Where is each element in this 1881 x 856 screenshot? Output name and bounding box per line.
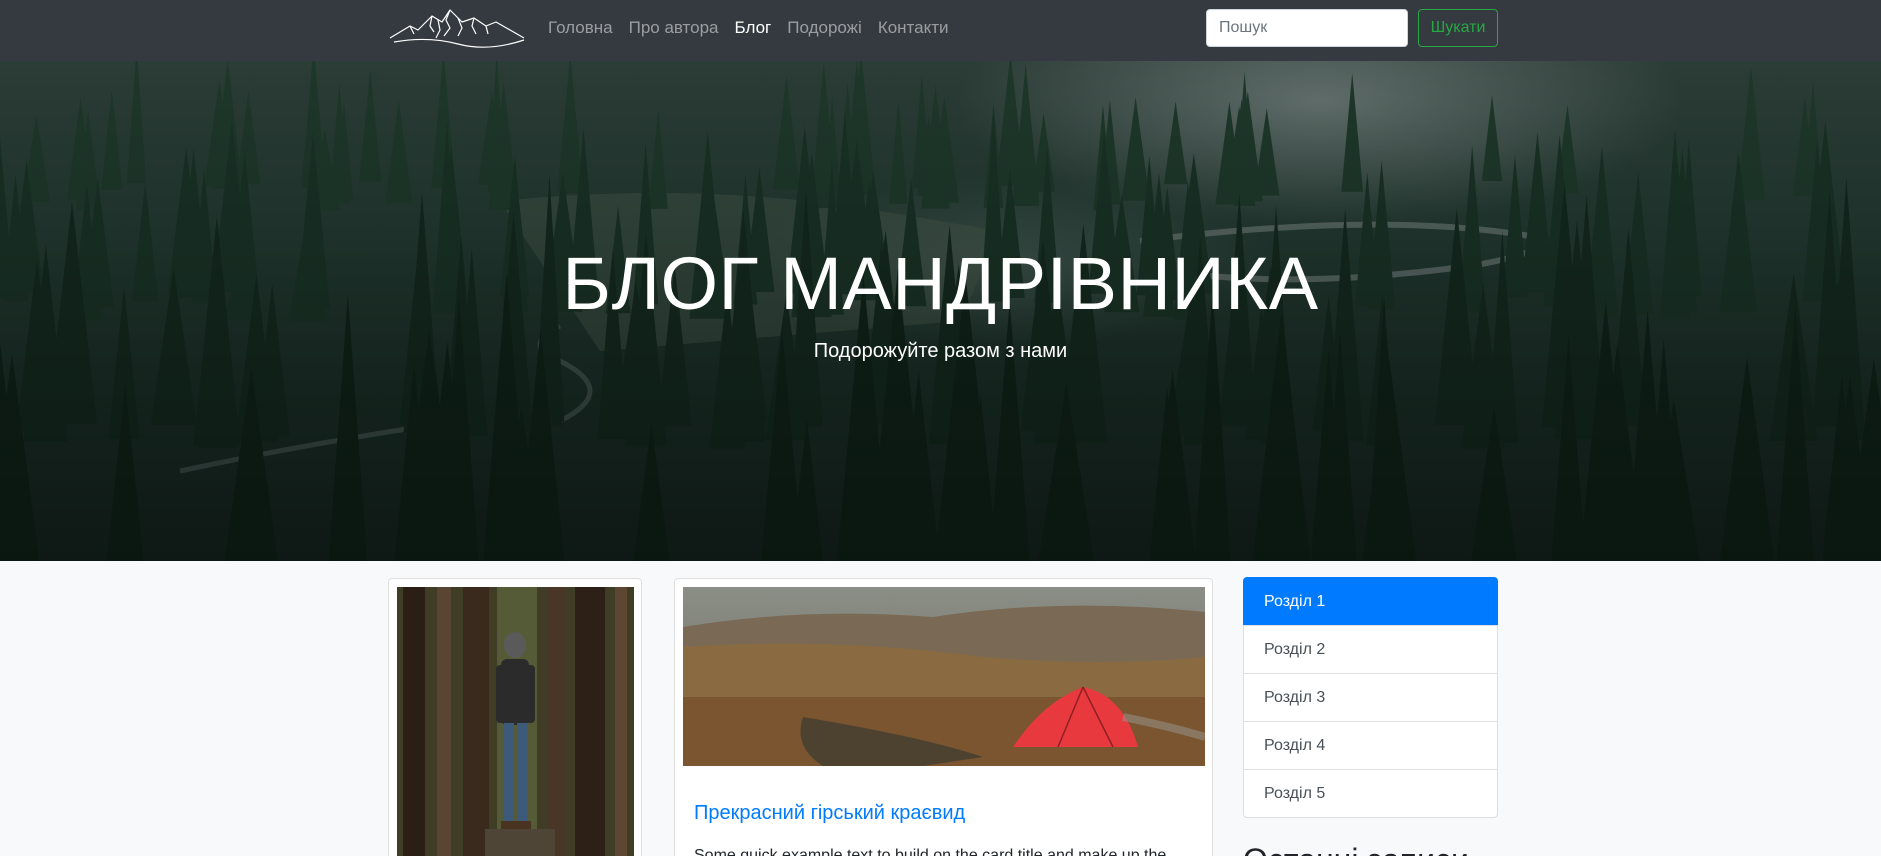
card-title[interactable]: Прекрасний гірський краєвид	[694, 802, 965, 825]
hero-title: БЛОГ МАНДРІВНИКА	[562, 242, 1319, 325]
sidebar-item-section-4[interactable]: Розділ 4	[1243, 721, 1498, 770]
sidebar-item-section-1[interactable]: Розділ 1	[1243, 577, 1498, 626]
search-button[interactable]: Шукати	[1418, 9, 1498, 47]
nav-link-about[interactable]: Про автора	[629, 18, 719, 38]
navbar-container: Головна Про автора Блог Подорожі Контакт…	[388, 0, 1498, 61]
brand-logo[interactable]	[388, 6, 526, 48]
sidebar-item-section-2[interactable]: Розділ 2	[1243, 625, 1498, 674]
article-card[interactable]: Прекрасний гірський краєвид Some quick e…	[674, 578, 1213, 856]
red-tent-mountain-photo	[683, 587, 1205, 766]
nav-links: Головна Про автора Блог Подорожі Контакт…	[548, 0, 965, 55]
hero-subtitle: Подорожуйте разом з нами	[813, 340, 1068, 362]
nav-link-home[interactable]: Головна	[548, 18, 613, 38]
search-input[interactable]	[1206, 9, 1408, 47]
hiker-in-forest-photo	[397, 587, 634, 856]
navbar: Головна Про автора Блог Подорожі Контакт…	[0, 0, 1881, 61]
nav-link-travels[interactable]: Подорожі	[787, 18, 862, 38]
sidebar-list: Розділ 1 Розділ 2 Розділ 3 Розділ 4 Розд…	[1243, 577, 1498, 818]
sidebar-heading: Останні записи	[1243, 842, 1469, 856]
card-text: Some quick example text to build on the …	[694, 847, 1167, 856]
sidebar-item-section-3[interactable]: Розділ 3	[1243, 673, 1498, 722]
hiker-card[interactable]	[388, 578, 642, 856]
nav-link-blog[interactable]: Блог	[735, 18, 772, 38]
hero-banner: БЛОГ МАНДРІВНИКА Подорожуйте разом з нам…	[0, 61, 1881, 561]
sidebar-item-section-5[interactable]: Розділ 5	[1243, 769, 1498, 818]
nav-link-contacts[interactable]: Контакти	[878, 18, 949, 38]
mountains-logo-icon	[389, 9, 525, 48]
